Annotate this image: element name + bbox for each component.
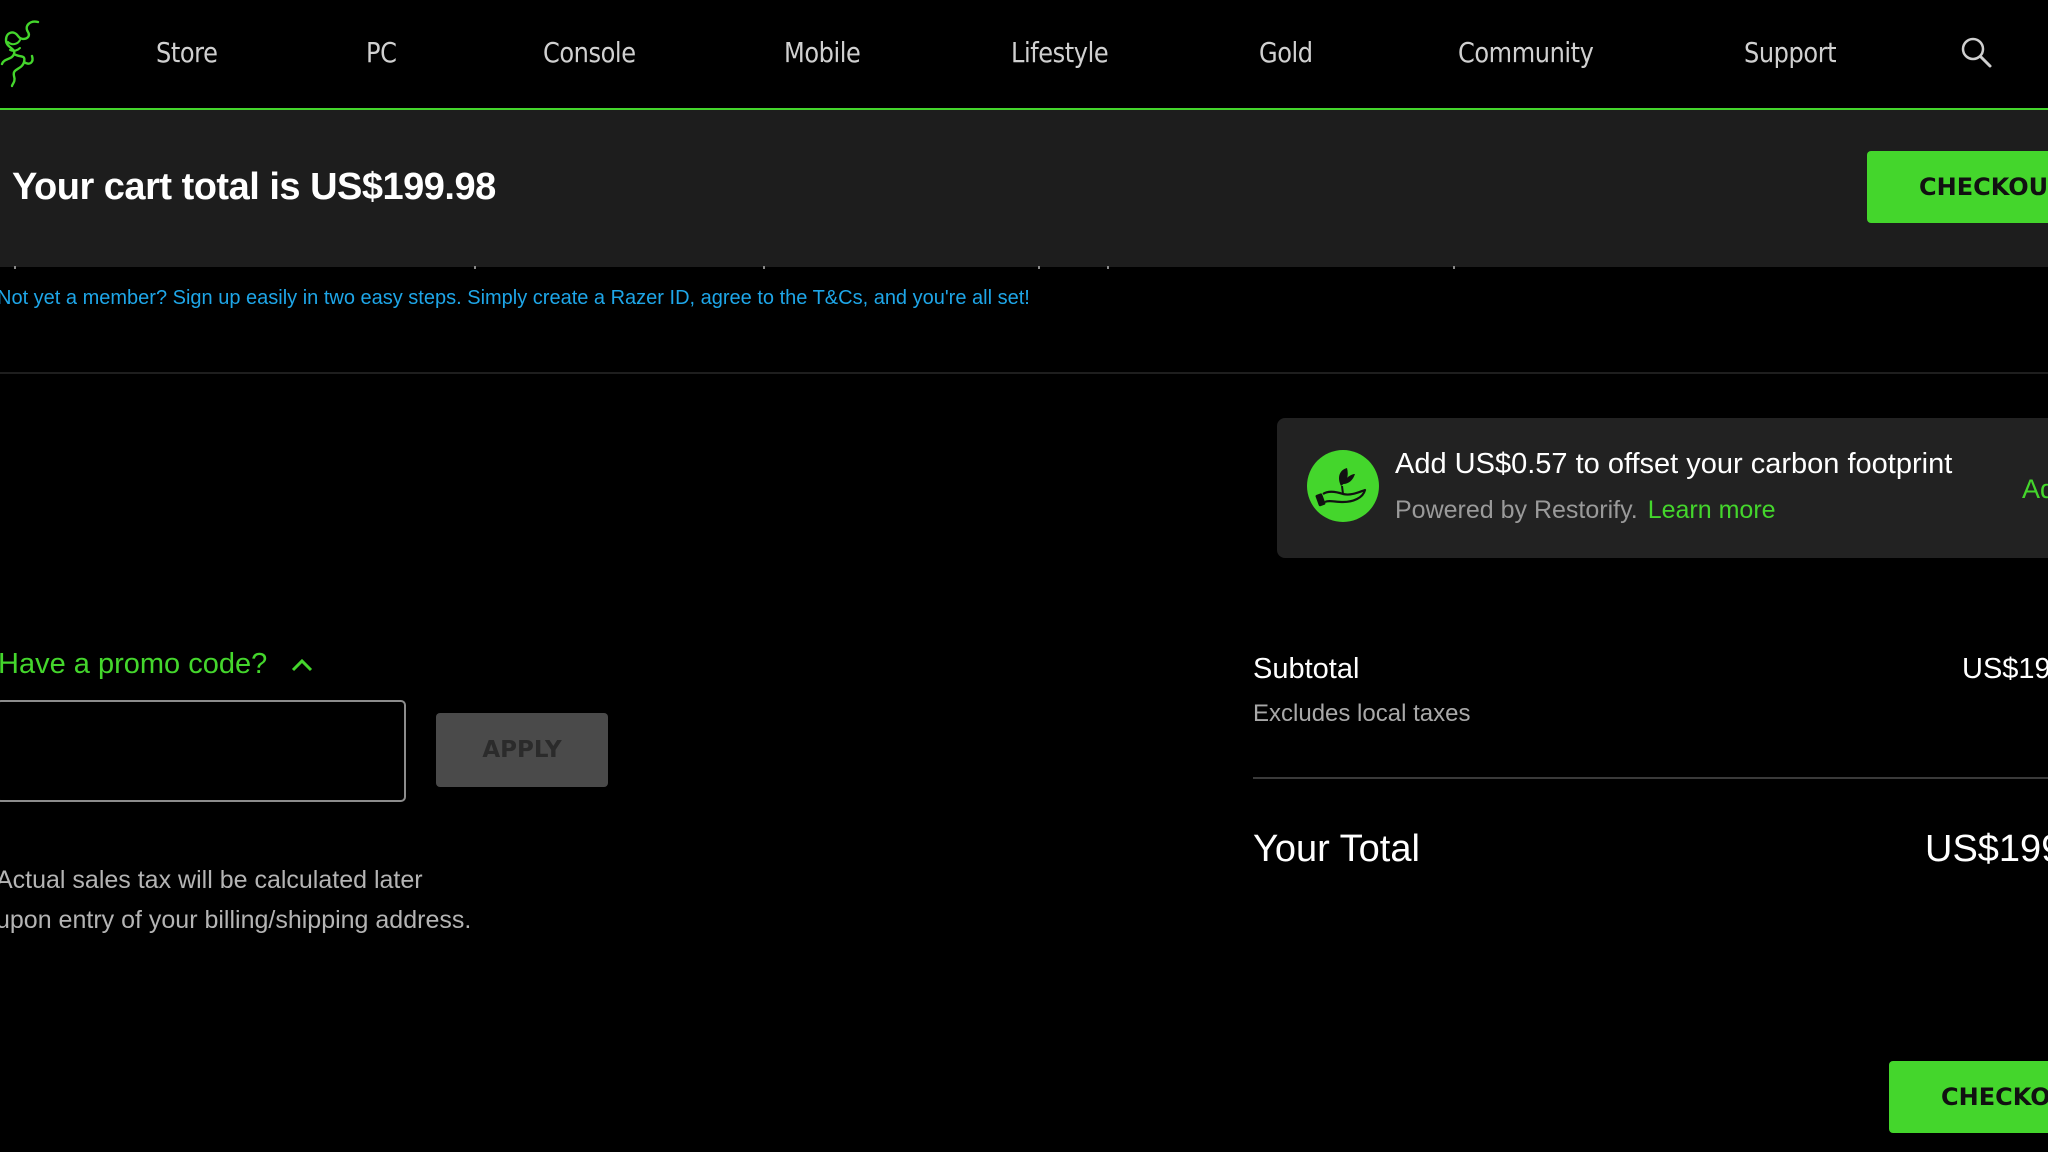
your-total-label: Your Total [1253,828,1420,870]
clipped-text-fragment [14,266,16,269]
nav-item-mobile[interactable]: Mobile [784,36,861,69]
nav-item-gold[interactable]: Gold [1259,36,1313,69]
checkout-button-top[interactable]: CHECKOUT [1867,151,2048,223]
nav-item-pc[interactable]: PC [366,36,397,69]
cart-total-text: Your cart total is US$199.98 [12,166,496,208]
nav-item-console[interactable]: Console [543,36,636,69]
clipped-text-fragment [1107,266,1109,269]
nav-item-support[interactable]: Support [1744,36,1837,69]
powered-by-text: Powered by Restorify. [1395,496,1638,524]
razer-logo-icon[interactable] [0,18,44,88]
learn-more-link[interactable]: Learn more [1648,496,1776,524]
carbon-offset-title: Add US$0.57 to offset your carbon footpr… [1395,448,1953,480]
add-carbon-offset-button[interactable]: Ad [2022,474,2048,505]
search-icon[interactable] [1960,36,1994,70]
chevron-up-icon [292,658,313,671]
clipped-text-fragment [1038,266,1040,269]
nav-item-store[interactable]: Store [156,36,218,69]
checkout-button-bottom[interactable]: CHECKOUT [1889,1061,2048,1133]
top-navigation: Store PC Console Mobile Lifestyle Gold C… [0,0,2048,110]
summary-divider [1253,777,2048,779]
your-total-value: US$199.98 [1925,828,2048,870]
sales-tax-note-line2: upon entry of your billing/shipping addr… [0,906,472,934]
promo-code-label: Have a promo code? [0,648,268,680]
excludes-taxes-note: Excludes local taxes [1253,700,1471,727]
clipped-text-fragment [1453,266,1455,269]
promo-code-input[interactable] [0,700,406,802]
apply-promo-button[interactable]: APPLY [436,713,608,787]
plant-in-hand-icon [1307,450,1379,522]
clipped-text-fragment [474,266,476,269]
subtotal-label: Subtotal [1253,653,1360,685]
member-signup-note[interactable]: Not yet a member? Sign up easily in two … [0,287,1030,310]
subtotal-value: US$199.98 [1962,653,2048,685]
promo-code-toggle[interactable]: Have a promo code? [0,648,313,681]
cart-total-bar: Your cart total is US$199.98 [0,110,2048,267]
section-divider [0,372,2048,374]
clipped-text-fragment [763,266,765,269]
nav-item-community[interactable]: Community [1458,36,1594,69]
carbon-offset-subtitle: Powered by Restorify. Learn more [1395,496,1776,525]
sales-tax-note: Actual sales tax will be calculated late… [0,860,471,940]
carbon-offset-card: Add US$0.57 to offset your carbon footpr… [1277,418,2048,558]
sales-tax-note-line1: Actual sales tax will be calculated late… [0,866,423,894]
nav-item-lifestyle[interactable]: Lifestyle [1011,36,1109,69]
